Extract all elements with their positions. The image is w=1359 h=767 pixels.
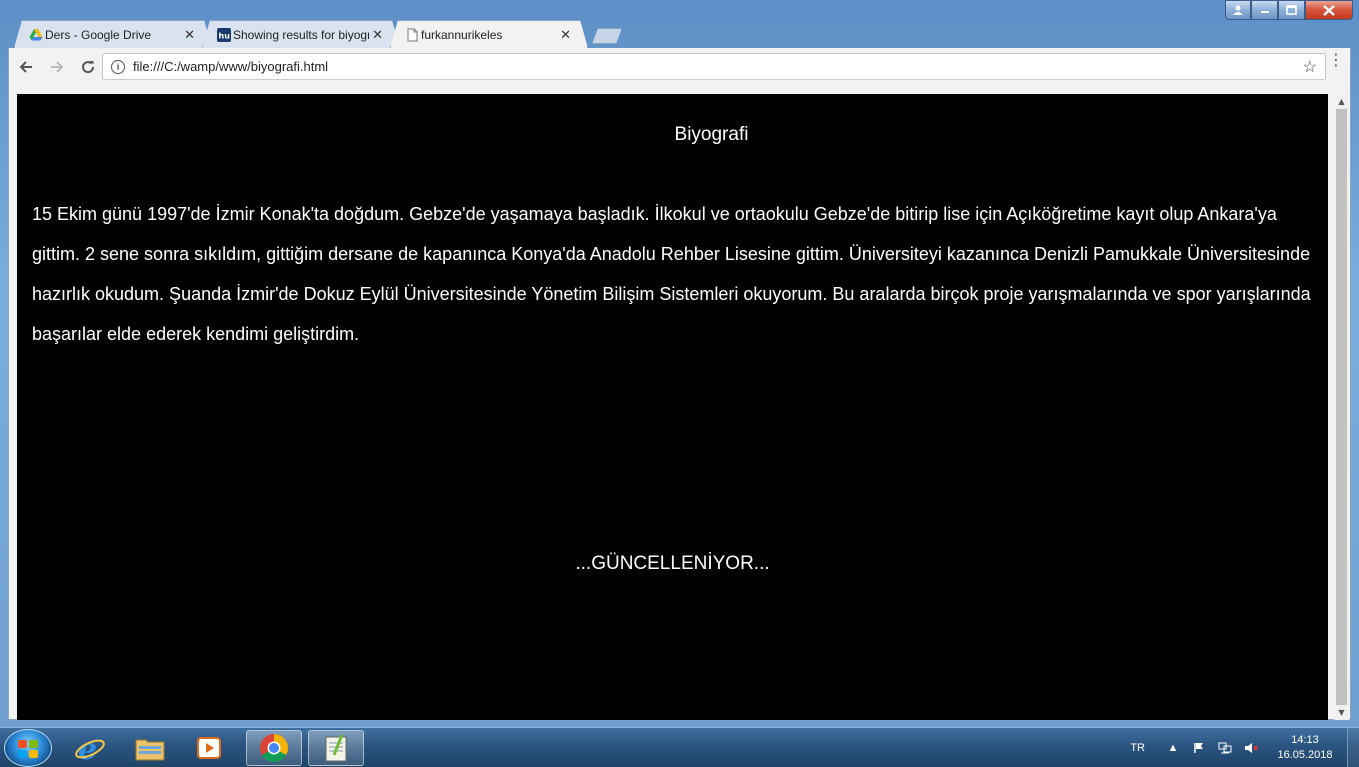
taskbar-media-player[interactable] — [182, 730, 238, 766]
show-hidden-icons-icon[interactable]: ▲ — [1165, 741, 1181, 755]
browser-toolbar: i file:///C:/wamp/www/biyografi.html ☆ ⋮ — [8, 48, 1351, 86]
show-desktop-button[interactable] — [1347, 728, 1359, 767]
reload-button[interactable] — [74, 53, 102, 81]
minimize-button[interactable] — [1251, 0, 1278, 20]
maximize-button[interactable] — [1278, 0, 1305, 20]
network-icon[interactable] — [1217, 741, 1233, 755]
person-icon — [1233, 5, 1243, 15]
scroll-up-icon[interactable]: ▲ — [1334, 94, 1349, 109]
browser-menu-icon[interactable]: ⋮ — [1328, 52, 1344, 68]
start-button[interactable] — [4, 729, 52, 767]
volume-muted-icon[interactable] — [1243, 741, 1259, 755]
language-indicator[interactable]: TR — [1130, 742, 1145, 754]
forward-button[interactable] — [43, 53, 71, 81]
tab-google-drive[interactable]: Ders - Google Drive ✕ — [14, 20, 212, 48]
taskbar-file-explorer[interactable] — [122, 730, 178, 766]
close-icon[interactable]: ✕ — [560, 27, 571, 43]
google-drive-icon — [29, 28, 43, 42]
arrow-right-icon — [51, 61, 64, 73]
maximize-icon — [1286, 5, 1297, 15]
svg-text:hu: hu — [219, 32, 231, 41]
chrome-icon — [260, 734, 288, 762]
close-icon[interactable]: ✕ — [372, 27, 383, 43]
notepad-plus-plus-icon — [325, 734, 347, 762]
bookmark-star-icon[interactable]: ☆ — [1303, 57, 1317, 77]
action-center-flag-icon[interactable] — [1191, 741, 1207, 755]
scroll-down-icon[interactable]: ▼ — [1334, 705, 1349, 720]
clock-date: 16.05.2018 — [1277, 749, 1333, 761]
address-bar[interactable]: i file:///C:/wamp/www/biyografi.html ☆ — [102, 53, 1326, 80]
hu-site-icon: hu — [217, 28, 231, 42]
minimize-icon — [1260, 11, 1269, 13]
new-tab-button[interactable] — [592, 28, 622, 44]
page-icon — [405, 28, 419, 42]
user-profile-button[interactable] — [1225, 0, 1251, 20]
taskbar: e TR ▲ 14:13 16.05.2018 — [0, 727, 1359, 767]
tab-strip: Ders - Google Drive ✕ hu Showing results… — [14, 20, 622, 48]
close-window-button[interactable] — [1305, 0, 1353, 20]
tab-search-results[interactable]: hu Showing results for biyografi ✕ — [202, 20, 400, 48]
window-controls — [1225, 0, 1353, 22]
close-icon[interactable]: ✕ — [184, 27, 195, 43]
windows-logo-icon — [18, 740, 38, 758]
page-title: Biyografi — [674, 124, 749, 145]
close-icon — [1323, 4, 1335, 16]
clock-time: 14:13 — [1291, 734, 1319, 746]
tab-furkannurikeles[interactable]: furkannurikeles ✕ — [390, 20, 588, 48]
tab-label: Ders - Google Drive — [45, 27, 152, 42]
clock[interactable]: 14:13 16.05.2018 — [1269, 733, 1341, 763]
taskbar-internet-explorer[interactable]: e — [62, 730, 118, 766]
system-tray: TR ▲ 14:13 16.05.2018 — [1130, 728, 1359, 767]
biography-text: 15 Ekim günü 1997'de İzmir Konak'ta doğd… — [32, 204, 1311, 344]
file-explorer-icon — [135, 739, 165, 761]
page-viewport: Biyografi 15 Ekim günü 1997'de İzmir Kon… — [8, 86, 1351, 720]
tab-label: Showing results for biyografi — [233, 27, 369, 42]
updating-status: ...GÜNCELLENİYOR... — [575, 553, 770, 574]
reload-icon — [82, 61, 95, 74]
page-content: Biyografi 15 Ekim günü 1997'de İzmir Kon… — [17, 94, 1328, 720]
tab-label: furkannurikeles — [421, 27, 503, 42]
taskbar-chrome[interactable] — [246, 730, 302, 766]
taskbar-notepad-plus-plus[interactable] — [308, 730, 364, 766]
media-player-icon — [197, 737, 221, 759]
scroll-thumb[interactable] — [1336, 109, 1347, 705]
arrow-left-icon — [19, 61, 32, 73]
info-icon[interactable]: i — [111, 59, 125, 74]
address-text: file:///C:/wamp/www/biyografi.html — [133, 59, 329, 74]
vertical-scrollbar[interactable]: ▲ ▼ — [1334, 94, 1349, 720]
back-button[interactable] — [12, 53, 40, 81]
internet-explorer-icon: e — [75, 732, 105, 764]
